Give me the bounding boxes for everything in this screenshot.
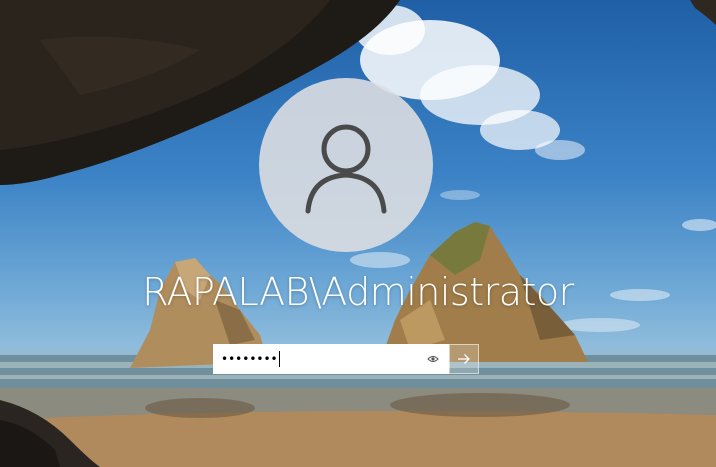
account-name: RAPALAB\Administrator (142, 270, 574, 314)
password-field[interactable]: •••••••• (213, 344, 449, 374)
beach-sand (0, 411, 716, 467)
lock-screen: RAPALAB\Administrator •••••••• (0, 0, 716, 467)
eye-icon (427, 356, 439, 362)
text-caret (278, 351, 280, 367)
password-value: •••••••• (221, 352, 278, 366)
arrow-right-icon (458, 354, 470, 364)
user-avatar (259, 78, 433, 252)
cave-edge-right (690, 0, 716, 25)
submit-button[interactable] (449, 344, 479, 374)
user-silhouette-icon (305, 124, 387, 214)
reveal-password-button[interactable] (421, 348, 445, 370)
password-row: •••••••• (213, 344, 479, 374)
